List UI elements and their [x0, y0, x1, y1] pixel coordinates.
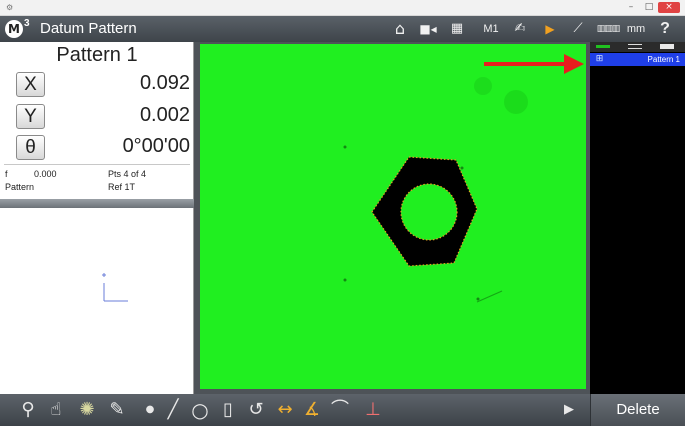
tab-features[interactable]: [596, 45, 610, 48]
points-count: Pts 4 of 4: [108, 169, 147, 179]
hand-icon[interactable]: ☝: [44, 398, 68, 422]
theta-readout: 0°00'00: [122, 135, 190, 157]
y-readout: 0.002: [139, 104, 190, 126]
x-readout: 0.092: [139, 72, 190, 94]
feature-tabs: [590, 42, 685, 52]
circle-icon[interactable]: ○: [188, 398, 212, 422]
annotation-arrow-icon: [484, 54, 584, 74]
axis-preview-icon: [102, 273, 128, 302]
tab-view[interactable]: [660, 44, 674, 49]
part-image: [343, 77, 528, 303]
y-axis-button[interactable]: Y: [16, 104, 45, 129]
reference-label: Ref 1T: [108, 182, 136, 192]
video-view[interactable]: [200, 44, 586, 389]
window-titlebar: ⚙ – □ ×: [0, 0, 685, 16]
app-logo: M: [5, 20, 23, 38]
more-arrow-icon[interactable]: ▶: [560, 398, 578, 422]
app-small-icon: ⚙: [6, 3, 14, 12]
app-title: Datum Pattern: [40, 20, 137, 37]
theta-axis-button[interactable]: θ: [16, 135, 45, 160]
delete-button[interactable]: Delete: [590, 394, 685, 426]
light-icon[interactable]: ✺: [74, 398, 100, 422]
form-value: 0.000: [34, 169, 57, 179]
feature-label: Pattern 1: [647, 55, 680, 64]
zoom-icon[interactable]: ⚲: [16, 398, 40, 422]
list-item[interactable]: ⊞ Pattern 1: [590, 53, 685, 66]
feature-preview: [0, 208, 193, 394]
close-button[interactable]: ×: [658, 2, 680, 13]
unit-button[interactable]: mm: [624, 20, 648, 38]
tab-list[interactable]: [628, 44, 642, 49]
play-icon[interactable]: ▶: [540, 20, 560, 38]
point-icon[interactable]: ●: [142, 398, 158, 422]
maximize-button[interactable]: □: [640, 2, 658, 13]
feature-title: Pattern 1: [56, 44, 138, 66]
form-label: f: [5, 169, 8, 179]
title-bar: M 3 Datum Pattern ⌂ ■◂ ▦ M1 ✍ ▶ ⟋ ▥▥▥ mm…: [0, 16, 685, 42]
arc2-icon[interactable]: ⌒: [328, 398, 352, 422]
stylus-icon[interactable]: ⟋: [566, 20, 590, 38]
panel-splitter[interactable]: [0, 199, 194, 208]
probe-icon[interactable]: ✍: [508, 20, 532, 38]
x-axis-button[interactable]: X: [16, 72, 45, 97]
feature-type: Pattern: [5, 182, 35, 192]
home-icon[interactable]: ⌂: [390, 20, 410, 38]
video-icon[interactable]: ■◂: [416, 20, 440, 38]
ruler-icon[interactable]: ▥▥▥: [594, 20, 622, 38]
probe-pen-icon[interactable]: ✎: [106, 398, 128, 422]
slot-icon[interactable]: ▯: [218, 398, 238, 422]
minimize-button[interactable]: –: [622, 2, 640, 13]
distance-icon[interactable]: ↔: [272, 398, 298, 422]
angle-icon[interactable]: ∡: [300, 398, 324, 422]
arc-icon[interactable]: ↺: [244, 398, 268, 422]
help-icon[interactable]: ?: [656, 20, 674, 38]
pattern-grid-icon: ⊞: [595, 54, 604, 64]
grid-icon[interactable]: ▦: [446, 20, 468, 38]
dro-panel: Pattern 1 X 0.092 Y 0.002 θ 0°00'00 f 0.…: [0, 42, 194, 394]
m1-button[interactable]: M1: [480, 20, 502, 38]
feature-list: ⊞ Pattern 1: [590, 42, 685, 394]
line-icon[interactable]: ╱: [162, 398, 184, 422]
measure-toolbar: ⚲ ☝ ✺ ✎ ● ╱ ○ ▯ ↺ ↔ ∡ ⌒ ⊥ ▶: [0, 394, 590, 426]
origin-icon[interactable]: ⊥: [362, 398, 384, 422]
app-logo-superscript: 3: [24, 18, 30, 29]
info-divider: [4, 164, 190, 165]
